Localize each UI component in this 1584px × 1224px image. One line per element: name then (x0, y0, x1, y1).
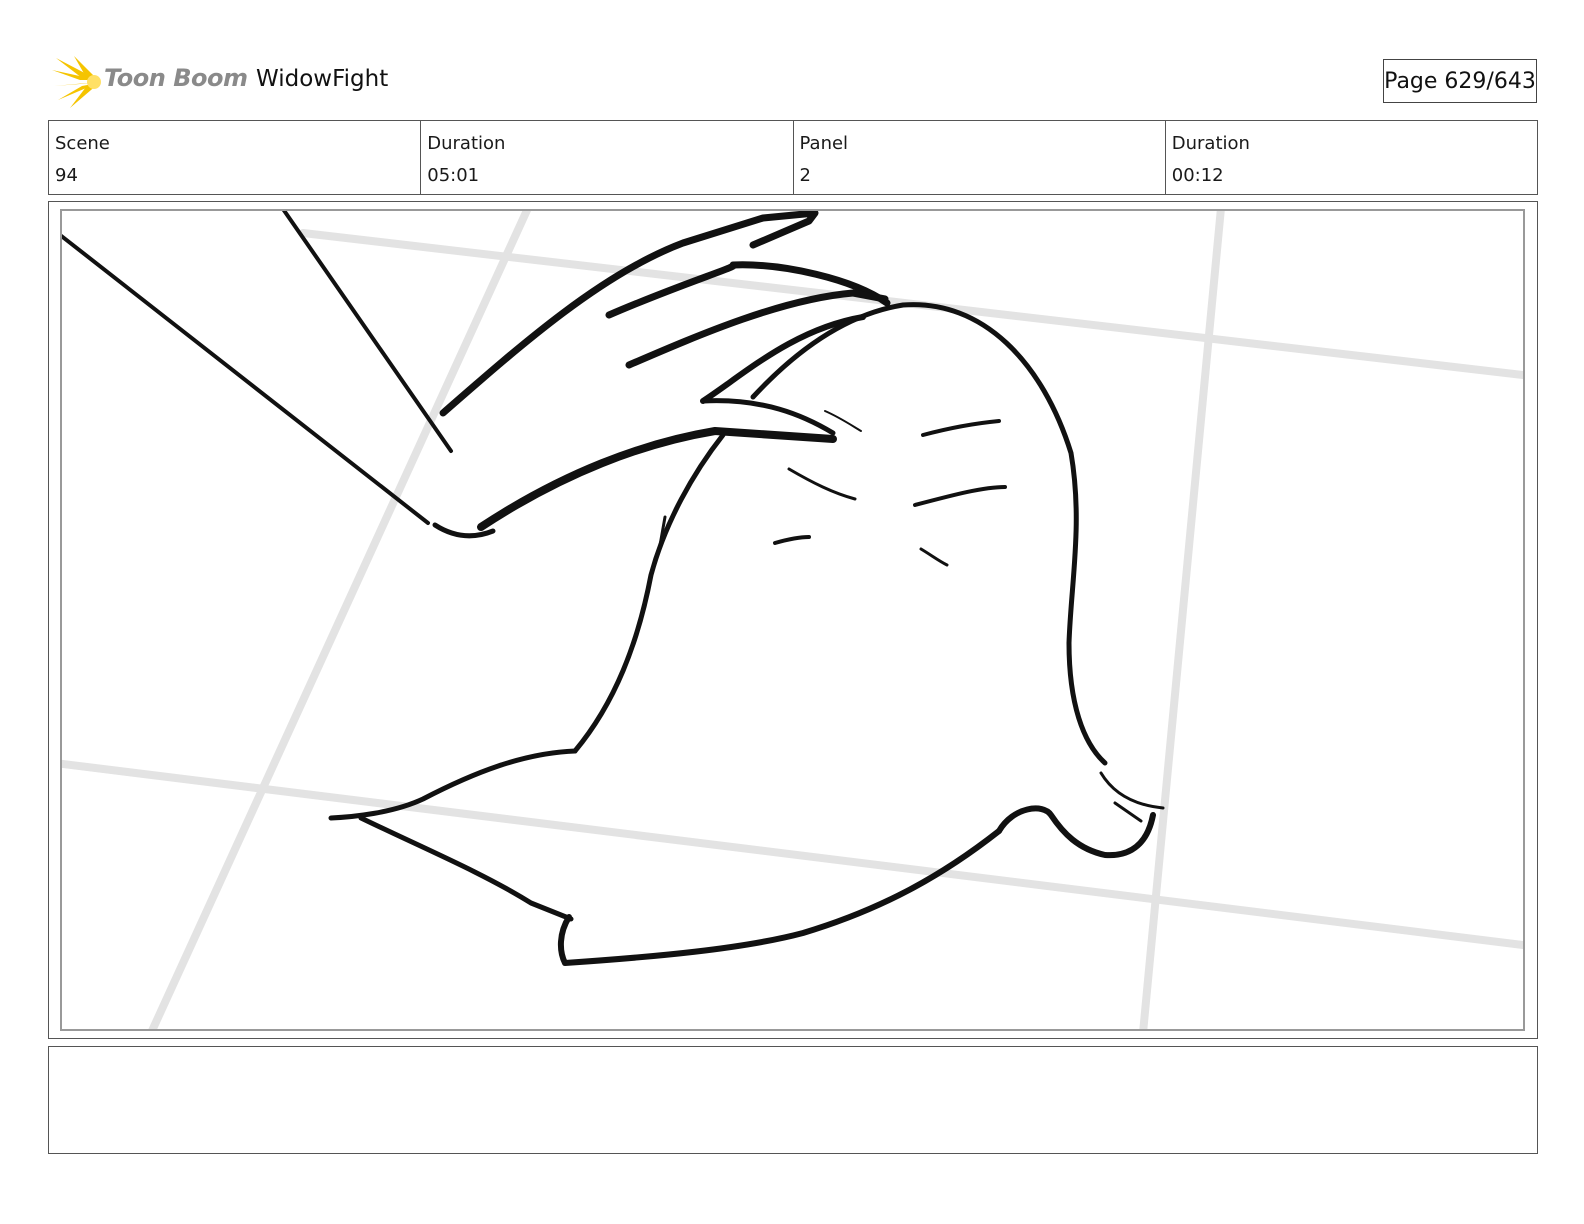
floor-grid (62, 211, 1523, 1029)
arm-sketch (62, 211, 496, 539)
panel-duration-value: 00:12 (1171, 165, 1224, 186)
storyboard-panel-frame (48, 201, 1538, 1039)
toon-boom-logo: Toon Boom (52, 56, 248, 108)
scene-duration-label: Duration (427, 133, 506, 154)
panel-duration-label: Duration (1171, 133, 1250, 154)
storyboard-panel-image (60, 209, 1525, 1031)
page-indicator: Page 629/643 (1383, 59, 1537, 103)
scene-duration-value: 05:01 (427, 165, 480, 186)
scene-label: Scene (55, 133, 110, 154)
panel-value: 2 (799, 165, 811, 186)
panel-notes-box (48, 1046, 1538, 1154)
project-title: WidowFight (256, 66, 389, 92)
panel-cell: Panel 2 (794, 121, 1166, 194)
scene-info-row: Scene 94 Duration 05:01 Panel 2 Duration… (48, 120, 1538, 195)
panel-sketch (62, 211, 1523, 1029)
star-burst-icon (52, 56, 101, 108)
scene-cell: Scene 94 (49, 121, 422, 194)
scene-value: 94 (55, 165, 78, 186)
logo-text: Toon Boom (104, 64, 248, 92)
scene-duration-cell: Duration 05:01 (421, 121, 794, 194)
panel-duration-cell: Duration 00:12 (1166, 121, 1537, 194)
panel-label: Panel (799, 133, 849, 154)
